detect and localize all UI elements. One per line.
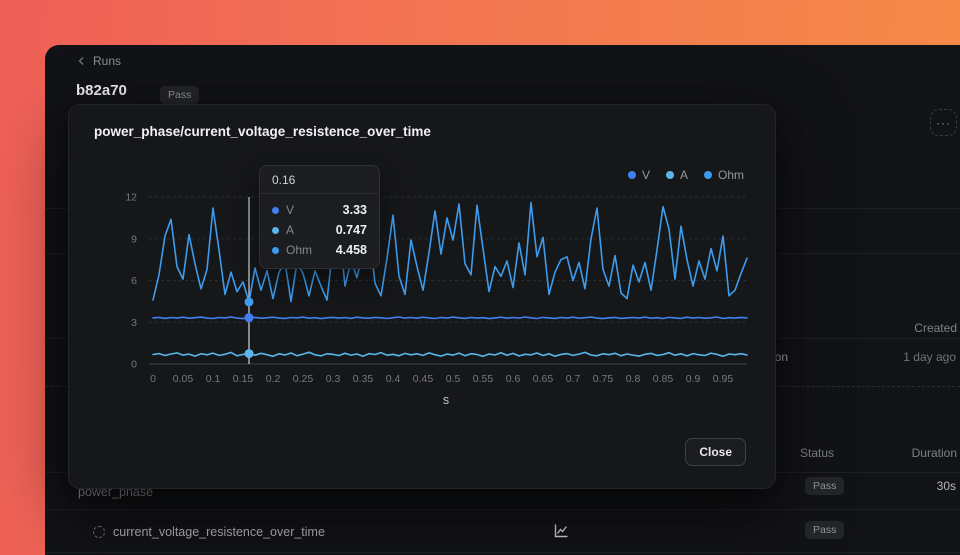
chart-modal: power_phase/current_voltage_resistence_o… bbox=[68, 104, 776, 489]
modal-title: power_phase/current_voltage_resistence_o… bbox=[94, 124, 431, 139]
svg-text:0.4: 0.4 bbox=[386, 373, 401, 385]
chart-legend: V A Ohm bbox=[628, 168, 744, 182]
svg-text:0.05: 0.05 bbox=[173, 373, 194, 385]
legend-label-v: V bbox=[642, 168, 650, 182]
svg-text:12: 12 bbox=[125, 192, 137, 204]
svg-text:0: 0 bbox=[150, 373, 156, 385]
duration-column-header: Duration bbox=[877, 446, 957, 460]
divider bbox=[45, 509, 960, 510]
chevron-left-icon bbox=[77, 56, 86, 66]
svg-text:0.7: 0.7 bbox=[566, 373, 581, 385]
svg-text:0.35: 0.35 bbox=[353, 373, 374, 385]
svg-text:6: 6 bbox=[131, 275, 137, 287]
tooltip-label-v: V bbox=[286, 203, 294, 217]
row-duration: 30s bbox=[896, 479, 956, 493]
legend-dot-a bbox=[666, 171, 674, 179]
tooltip-value-a: 0.747 bbox=[336, 223, 367, 237]
spinner-icon bbox=[93, 526, 105, 538]
run-status-badge: Pass bbox=[160, 86, 199, 104]
tooltip-label-ohm: Ohm bbox=[286, 243, 312, 257]
tooltip-x-value: 0.16 bbox=[260, 166, 379, 194]
tooltip-row-v: V 3.33 bbox=[260, 200, 379, 220]
svg-text:0.85: 0.85 bbox=[653, 373, 674, 385]
svg-text:0.95: 0.95 bbox=[713, 373, 734, 385]
tooltip-row-a: A 0.747 bbox=[260, 220, 379, 240]
svg-text:3: 3 bbox=[131, 317, 137, 329]
test-row-label: current_voltage_resistence_over_time bbox=[113, 525, 325, 539]
created-value: 1 day ago bbox=[866, 350, 956, 364]
legend-dot-v bbox=[628, 171, 636, 179]
svg-text:0.1: 0.1 bbox=[206, 373, 221, 385]
svg-text:0.9: 0.9 bbox=[686, 373, 701, 385]
divider bbox=[45, 552, 960, 553]
legend-item-a[interactable]: A bbox=[666, 168, 688, 182]
line-chart-icon[interactable] bbox=[550, 520, 572, 542]
line-chart[interactable]: 0 3 6 9 12 0 0.05 0.1 0.15 0.2 0.25 0.3 0.35 0.4 0.45 0… bbox=[79, 189, 759, 419]
legend-item-v[interactable]: V bbox=[628, 168, 650, 182]
row-status-badge: Pass bbox=[805, 477, 844, 495]
breadcrumb-back[interactable]: Runs bbox=[77, 54, 121, 68]
tooltip-dot-v bbox=[272, 207, 279, 214]
svg-text:0.45: 0.45 bbox=[413, 373, 434, 385]
legend-item-ohm[interactable]: Ohm bbox=[704, 168, 744, 182]
status-column-header: Status bbox=[800, 446, 834, 460]
tooltip-dot-a bbox=[272, 227, 279, 234]
tooltip-dot-ohm bbox=[272, 247, 279, 254]
breadcrumb-label: Runs bbox=[93, 54, 121, 68]
tooltip-row-ohm: Ohm 4.458 bbox=[260, 240, 379, 260]
svg-text:0.5: 0.5 bbox=[446, 373, 461, 385]
svg-text:0.25: 0.25 bbox=[293, 373, 314, 385]
svg-text:s: s bbox=[443, 393, 449, 407]
svg-text:0.3: 0.3 bbox=[326, 373, 341, 385]
svg-text:9: 9 bbox=[131, 233, 137, 245]
svg-text:0.55: 0.55 bbox=[473, 373, 494, 385]
more-options-button[interactable]: ··· bbox=[930, 109, 957, 136]
legend-dot-ohm bbox=[704, 171, 712, 179]
svg-text:0.15: 0.15 bbox=[233, 373, 254, 385]
close-button[interactable]: Close bbox=[685, 438, 746, 466]
chart-tooltip: 0.16 V 3.33 A 0.747 Ohm 4.458 bbox=[259, 165, 380, 269]
svg-text:0.6: 0.6 bbox=[506, 373, 521, 385]
svg-text:0.65: 0.65 bbox=[533, 373, 554, 385]
run-title: b82a70 bbox=[76, 82, 127, 99]
svg-text:0.8: 0.8 bbox=[626, 373, 641, 385]
svg-text:0.2: 0.2 bbox=[266, 373, 281, 385]
tooltip-value-ohm: 4.458 bbox=[336, 243, 367, 257]
tooltip-label-a: A bbox=[286, 223, 294, 237]
legend-label-ohm: Ohm bbox=[718, 168, 744, 182]
svg-text:0.75: 0.75 bbox=[593, 373, 614, 385]
tooltip-value-v: 3.33 bbox=[343, 203, 367, 217]
created-column-header: Created bbox=[877, 321, 957, 335]
row-status-badge: Pass bbox=[805, 521, 844, 539]
desktop-background: Runs b82a70 Pass ··· Created ion 1 day a… bbox=[0, 0, 960, 555]
svg-text:0: 0 bbox=[131, 359, 137, 371]
legend-label-a: A bbox=[680, 168, 688, 182]
